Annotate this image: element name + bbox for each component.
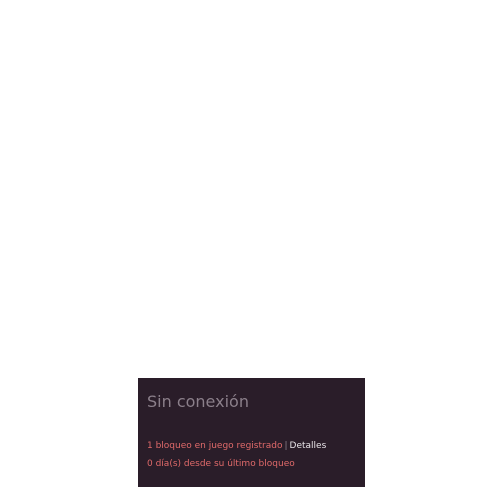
offline-status-panel: Sin conexión 1 bloqueo en juego registra… <box>138 378 365 487</box>
crash-count-text: 1 bloqueo en juego registrado <box>147 441 283 451</box>
details-link[interactable]: Detalles <box>290 441 327 451</box>
status-title: Sin conexión <box>147 392 249 411</box>
days-since-crash-text: 0 día(s) desde su último bloqueo <box>147 459 295 469</box>
separator: | <box>284 441 288 451</box>
crash-count-row: 1 bloqueo en juego registrado | Detalles <box>147 441 326 452</box>
days-since-row: 0 día(s) desde su último bloqueo <box>147 459 295 470</box>
